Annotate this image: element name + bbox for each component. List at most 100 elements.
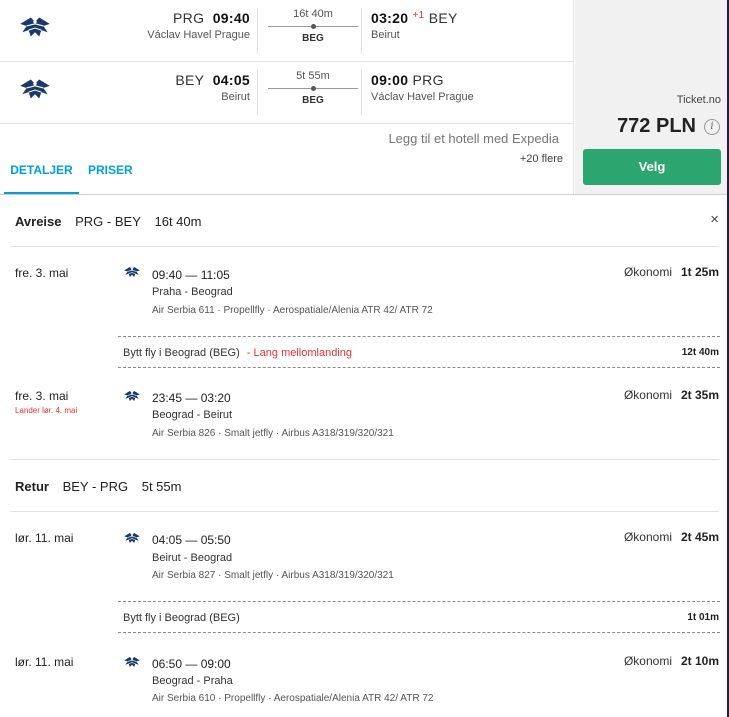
result-summary: PRG 09:40 Václav Havel Prague 16t 40m BE… (0, 0, 727, 195)
arrival-day-note: Lander lør. 4. mai (15, 406, 78, 415)
price-panel: Ticket.no 772 PLN i Velg (575, 0, 727, 195)
price: 772 PLN (617, 115, 696, 137)
info-icon[interactable]: i (704, 119, 720, 135)
next-day-indicator: +1 (412, 10, 425, 21)
segment-flight-info: Air Serbia 611 · Propellfly · Aerospatia… (152, 305, 433, 316)
section-duration: 16t 40m (154, 214, 202, 229)
provider-name: Ticket.no (676, 94, 721, 106)
arrival-time: 03:20 (371, 10, 409, 26)
divider (0, 194, 727, 195)
departure-code: PRG (173, 10, 205, 26)
flight-result-card: PRG 09:40 Václav Havel Prague 16t 40m BE… (0, 0, 727, 717)
return-arrival: 09:00 PRG Václav Havel Prague (371, 72, 474, 103)
air-serbia-logo-icon (19, 78, 51, 100)
cabin-class: Økonomi (623, 654, 672, 668)
outbound-duration-block: 16t 40m BEG (268, 8, 358, 44)
segment-times: 06:50 — 09:00 (152, 657, 231, 671)
layover-text: Bytt fly i Beograd (BEG) (123, 347, 240, 359)
segment-cities: Beirut - Beograd (152, 552, 233, 564)
air-serbia-logo-icon (123, 390, 141, 402)
stop-dot (311, 24, 316, 29)
stop-airport-code: BEG (302, 33, 324, 44)
flight-duration: 16t 40m (293, 8, 333, 20)
divider (118, 632, 720, 633)
segment-times: 09:40 — 11:05 (152, 268, 230, 282)
more-providers-link[interactable]: +20 flere (520, 153, 563, 165)
arrival-code: BEY (428, 10, 458, 26)
segment-flight-info: Air Serbia 610 · Propellfly · Aerospatia… (152, 693, 434, 704)
add-hotel-link[interactable]: Legg til et hotell med Expedia (388, 131, 559, 146)
segment-flight-info: Air Serbia 826 · Smalt jetfly · Airbus A… (152, 428, 394, 439)
divider (118, 336, 720, 337)
section-route: PRG - BEY (75, 214, 141, 229)
outbound-departure: PRG 09:40 Václav Havel Prague (147, 10, 250, 41)
segment-duration: 2t 35m (680, 388, 719, 402)
departure-airport: Beirut (221, 91, 250, 103)
air-serbia-logo-icon (123, 532, 141, 544)
segment-cities: Beograd - Beirut (152, 409, 233, 421)
arrival-airport: Václav Havel Prague (371, 91, 474, 103)
divider (361, 70, 362, 116)
departure-time: 09:40 (212, 10, 250, 26)
stop-airport-code: BEG (302, 95, 324, 106)
air-serbia-logo-icon (19, 16, 51, 38)
outbound-arrival: 03:20 +1 BEY Beirut (371, 10, 458, 41)
divider (361, 8, 362, 54)
divider (10, 246, 719, 247)
segment-date: lør. 11. mai (15, 655, 74, 669)
layover-info: Bytt fly i Beograd (BEG) (123, 612, 244, 624)
legs-panel[interactable]: PRG 09:40 Václav Havel Prague 16t 40m BE… (0, 0, 574, 195)
layover-info: Bytt fly i Beograd (BEG) - Lang mellomla… (123, 347, 352, 359)
cabin-class: Økonomi (623, 530, 672, 544)
divider (118, 367, 720, 368)
return-departure: BEY 04:05 Beirut (175, 72, 250, 103)
segment-date: fre. 3. mai (15, 389, 69, 403)
outbound-leg-row[interactable]: PRG 09:40 Václav Havel Prague 16t 40m BE… (0, 0, 574, 62)
divider (257, 8, 258, 54)
divider (118, 601, 720, 602)
cabin-class: Økonomi (623, 265, 672, 279)
departure-time: 04:05 (212, 72, 250, 88)
departure-code: BEY (175, 72, 205, 88)
segment-date: lør. 11. mai (15, 531, 74, 545)
return-duration-block: 5t 55m BEG (268, 70, 358, 106)
section-route: BEY - PRG (62, 479, 129, 494)
tab-prices[interactable]: PRISER (88, 152, 133, 195)
air-serbia-logo-icon (123, 656, 141, 668)
arrival-airport: Beirut (371, 29, 400, 41)
segment-times: 23:45 — 03:20 (152, 391, 231, 405)
close-icon[interactable]: × (710, 211, 719, 228)
segment-cities: Praha - Beograd (152, 286, 233, 298)
segment-date: fre. 3. mai (15, 266, 69, 280)
segment-duration: 2t 45m (680, 530, 719, 544)
layover-duration: 12t 40m (681, 347, 719, 358)
outbound-section-header: Avreise PRG - BEY 16t 40m (15, 214, 201, 229)
section-label: Retur (15, 479, 49, 494)
arrival-time: 09:00 (371, 72, 409, 88)
divider (10, 459, 719, 460)
segment-duration: 2t 10m (680, 654, 719, 668)
section-duration: 5t 55m (141, 479, 182, 494)
divider (257, 70, 258, 116)
segment-flight-info: Air Serbia 827 · Smalt jetfly · Airbus A… (152, 570, 394, 581)
segment-cities: Beograd - Praha (152, 675, 233, 687)
route-line (268, 86, 358, 91)
return-leg-row[interactable]: BEY 04:05 Beirut 5t 55m BEG 09:00 PRG Vá… (0, 62, 574, 124)
layover-text: Bytt fly i Beograd (BEG) (123, 612, 240, 624)
air-serbia-logo-icon (123, 266, 141, 278)
flight-duration: 5t 55m (296, 70, 330, 82)
route-line (268, 24, 358, 29)
layover-duration: 1t 01m (687, 612, 719, 623)
section-label: Avreise (15, 214, 62, 229)
departure-airport: Václav Havel Prague (147, 29, 250, 41)
segment-times: 04:05 — 05:50 (152, 533, 231, 547)
arrival-code: PRG (412, 72, 444, 88)
select-button[interactable]: Velg (583, 149, 721, 185)
cabin-class: Økonomi (623, 388, 672, 402)
stop-dot (311, 86, 316, 91)
long-layover-warning: - Lang mellomlanding (246, 347, 352, 359)
divider (10, 511, 719, 512)
return-section-header: Retur BEY - PRG 5t 55m (15, 479, 181, 494)
tab-details[interactable]: DETALJER (4, 152, 79, 195)
segment-duration: 1t 25m (680, 265, 719, 279)
